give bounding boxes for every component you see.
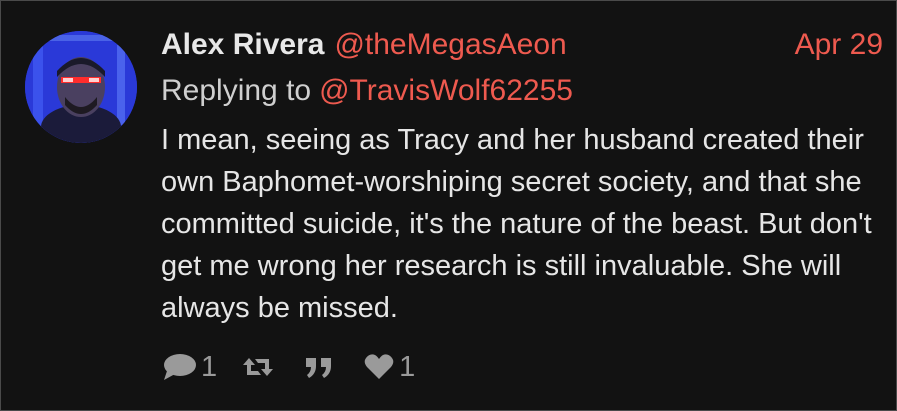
tweet-actions: 1 1: [161, 347, 439, 387]
author-handle[interactable]: @theMegasAeon: [334, 28, 566, 61]
retweet-button[interactable]: [241, 352, 279, 382]
author-name[interactable]: Alex Rivera: [161, 28, 324, 61]
like-button[interactable]: 1: [363, 347, 415, 387]
tweet-card: Alex Rivera @theMegasAeon Apr 29 Replying…: [0, 0, 897, 411]
reply-handle-link[interactable]: @TravisWolf62255: [319, 74, 573, 107]
reply-prefix: Replying to: [161, 74, 312, 107]
reply-button[interactable]: 1: [161, 347, 217, 387]
comment-icon: [164, 354, 196, 380]
tweet-header: Alex Rivera @theMegasAeon Apr 29: [161, 23, 883, 67]
like-count: 1: [399, 351, 416, 383]
retweet-icon: [243, 358, 274, 376]
reply-count: 1: [201, 351, 218, 383]
avatar-image: [25, 31, 137, 143]
tweet-timestamp[interactable]: Apr 29: [795, 23, 883, 67]
quote-button[interactable]: [303, 352, 339, 382]
heart-icon: [364, 354, 394, 379]
reply-context: Replying to @TravisWolf62255: [161, 69, 573, 113]
user-avatar-icon[interactable]: [25, 31, 137, 143]
quote-icon: [306, 358, 332, 378]
tweet-text: I mean, seeing as Tracy and her husband …: [161, 124, 872, 324]
